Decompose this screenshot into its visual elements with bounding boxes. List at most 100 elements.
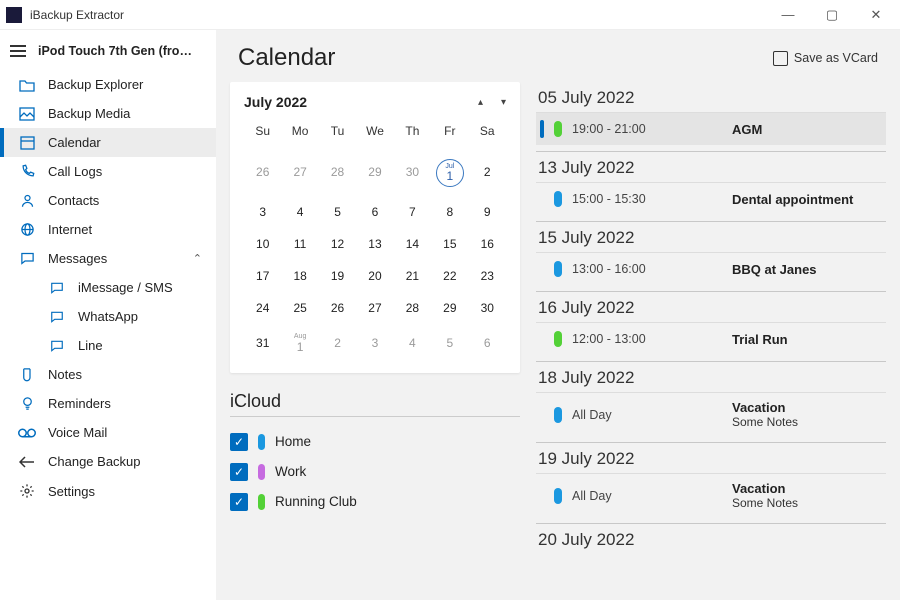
nav-backup-media[interactable]: Backup Media	[0, 99, 216, 128]
nav-voice-mail[interactable]: Voice Mail	[0, 418, 216, 447]
calendar-day[interactable]: 9	[469, 196, 506, 228]
calendar-day[interactable]: Jul1	[431, 148, 468, 196]
calendar-day[interactable]: 12	[319, 228, 356, 260]
close-button[interactable]: ✕	[866, 7, 886, 23]
calendar-day[interactable]: 8	[431, 196, 468, 228]
maximize-button[interactable]: ▢	[822, 7, 842, 23]
color-pill	[258, 434, 265, 450]
nav-settings[interactable]: Settings	[0, 476, 216, 506]
nav-internet[interactable]: Internet	[0, 215, 216, 244]
person-icon	[18, 193, 36, 208]
calendar-day[interactable]: 3	[356, 324, 393, 363]
nav-label: Backup Explorer	[48, 77, 143, 92]
nav-line[interactable]: Line	[0, 331, 216, 360]
calendar-day[interactable]: 3	[244, 196, 281, 228]
event-title: AGM	[732, 122, 762, 137]
calendar-day[interactable]: 11	[281, 228, 318, 260]
calendar-day[interactable]: 17	[244, 260, 281, 292]
events-panel[interactable]: 05 July 202219:00 - 21:00AGM13 July 2022…	[536, 82, 886, 590]
device-row[interactable]: iPod Touch 7th Gen (from To…	[0, 38, 216, 64]
calendar-day[interactable]: Aug1	[281, 324, 318, 363]
calendar-day[interactable]: 16	[469, 228, 506, 260]
app-title: iBackup Extractor	[30, 8, 124, 22]
event-time: 13:00 - 16:00	[572, 262, 722, 276]
nav-calendar[interactable]: Calendar	[0, 128, 216, 157]
event-row[interactable]: 13:00 - 16:00BBQ at Janes	[536, 252, 886, 285]
calendar-day[interactable]: 18	[281, 260, 318, 292]
calendar-day[interactable]: 26	[319, 292, 356, 324]
color-pill	[258, 494, 265, 510]
nav-reminders[interactable]: Reminders	[0, 389, 216, 418]
calendar-day[interactable]: 10	[244, 228, 281, 260]
calendar-day[interactable]: 27	[356, 292, 393, 324]
checkbox[interactable]: ✓	[230, 463, 248, 481]
next-month-button[interactable]: ▾	[501, 97, 506, 108]
calendar-day[interactable]: 20	[356, 260, 393, 292]
nav-messages[interactable]: Messages⌃	[0, 244, 216, 273]
calendar-day[interactable]: 13	[356, 228, 393, 260]
calendar-day[interactable]: 24	[244, 292, 281, 324]
calendar-day[interactable]: 29	[431, 292, 468, 324]
calendar-day[interactable]: 27	[281, 148, 318, 196]
calendar-day[interactable]: 19	[319, 260, 356, 292]
nav-imessage-sms[interactable]: iMessage / SMS	[0, 273, 216, 302]
calendar-day[interactable]: 30	[394, 148, 431, 196]
color-pill	[258, 464, 265, 480]
nav-change-backup[interactable]: Change Backup	[0, 447, 216, 476]
checkbox[interactable]: ✓	[230, 433, 248, 451]
save-vcard-button[interactable]: Save as VCard	[773, 51, 878, 66]
minimize-button[interactable]: —	[778, 7, 798, 23]
event-row[interactable]: 19:00 - 21:00 AGM	[536, 112, 886, 145]
calendar-day[interactable]: 15	[431, 228, 468, 260]
calendar-day[interactable]: 30	[469, 292, 506, 324]
calendar-day[interactable]: 5	[431, 324, 468, 363]
calendar-day[interactable]: 2	[469, 148, 506, 196]
calendar-day[interactable]: 31	[244, 324, 281, 363]
color-pill	[554, 121, 562, 137]
calendar-day[interactable]: 5	[319, 196, 356, 228]
event-row[interactable]: 15:00 - 15:30Dental appointment	[536, 182, 886, 215]
calendar-day[interactable]: 28	[319, 148, 356, 196]
event-time: 12:00 - 13:00	[572, 332, 722, 346]
nav-notes[interactable]: Notes	[0, 360, 216, 389]
prev-month-button[interactable]: ▴	[478, 97, 483, 108]
calendar-day[interactable]: 28	[394, 292, 431, 324]
calendar-day[interactable]: 14	[394, 228, 431, 260]
calendar-day[interactable]: 6	[356, 196, 393, 228]
calendar-day[interactable]: 6	[469, 324, 506, 363]
arrow-left-icon	[18, 456, 36, 468]
nav-whatsapp[interactable]: WhatsApp	[0, 302, 216, 331]
save-icon	[773, 51, 788, 66]
calendar-day[interactable]: 4	[281, 196, 318, 228]
calendar-day[interactable]: 29	[356, 148, 393, 196]
calendar-day[interactable]: 21	[394, 260, 431, 292]
calendar-day[interactable]: 26	[244, 148, 281, 196]
nav-backup-explorer[interactable]: Backup Explorer	[0, 70, 216, 99]
calendar-day[interactable]: 2	[319, 324, 356, 363]
icloud-calendar-item[interactable]: ✓Home	[230, 427, 520, 457]
calendar-day[interactable]: 25	[281, 292, 318, 324]
color-pill	[554, 261, 562, 277]
divider	[230, 416, 520, 417]
event-row[interactable]: All DayVacationSome Notes	[536, 473, 886, 517]
icloud-calendar-item[interactable]: ✓ Running Club	[230, 487, 520, 517]
event-title: Vacation	[732, 400, 798, 415]
event-row[interactable]: 12:00 - 13:00Trial Run	[536, 322, 886, 355]
calendar-day[interactable]: 22	[431, 260, 468, 292]
calendar-day[interactable]: 23	[469, 260, 506, 292]
checkbox[interactable]: ✓	[230, 493, 248, 511]
event-time: 19:00 - 21:00	[572, 122, 722, 136]
icloud-calendar-item[interactable]: ✓Work	[230, 457, 520, 487]
event-row[interactable]: All DayVacationSome Notes	[536, 392, 886, 436]
calendar-dow: Sa	[469, 120, 506, 148]
nav-contacts[interactable]: Contacts	[0, 186, 216, 215]
calendar-day[interactable]: 4	[394, 324, 431, 363]
selection-bar	[540, 120, 544, 138]
nav-label: Contacts	[48, 193, 99, 208]
calendar-day[interactable]: 7	[394, 196, 431, 228]
nav-label: Notes	[48, 367, 82, 382]
nav-call-logs[interactable]: Call Logs	[0, 157, 216, 186]
calendar-grid: SuMoTuWeThFrSa 2627282930Jul123456789101…	[244, 120, 506, 363]
icloud-label: Running Club	[275, 494, 357, 509]
hamburger-icon[interactable]	[10, 45, 26, 57]
